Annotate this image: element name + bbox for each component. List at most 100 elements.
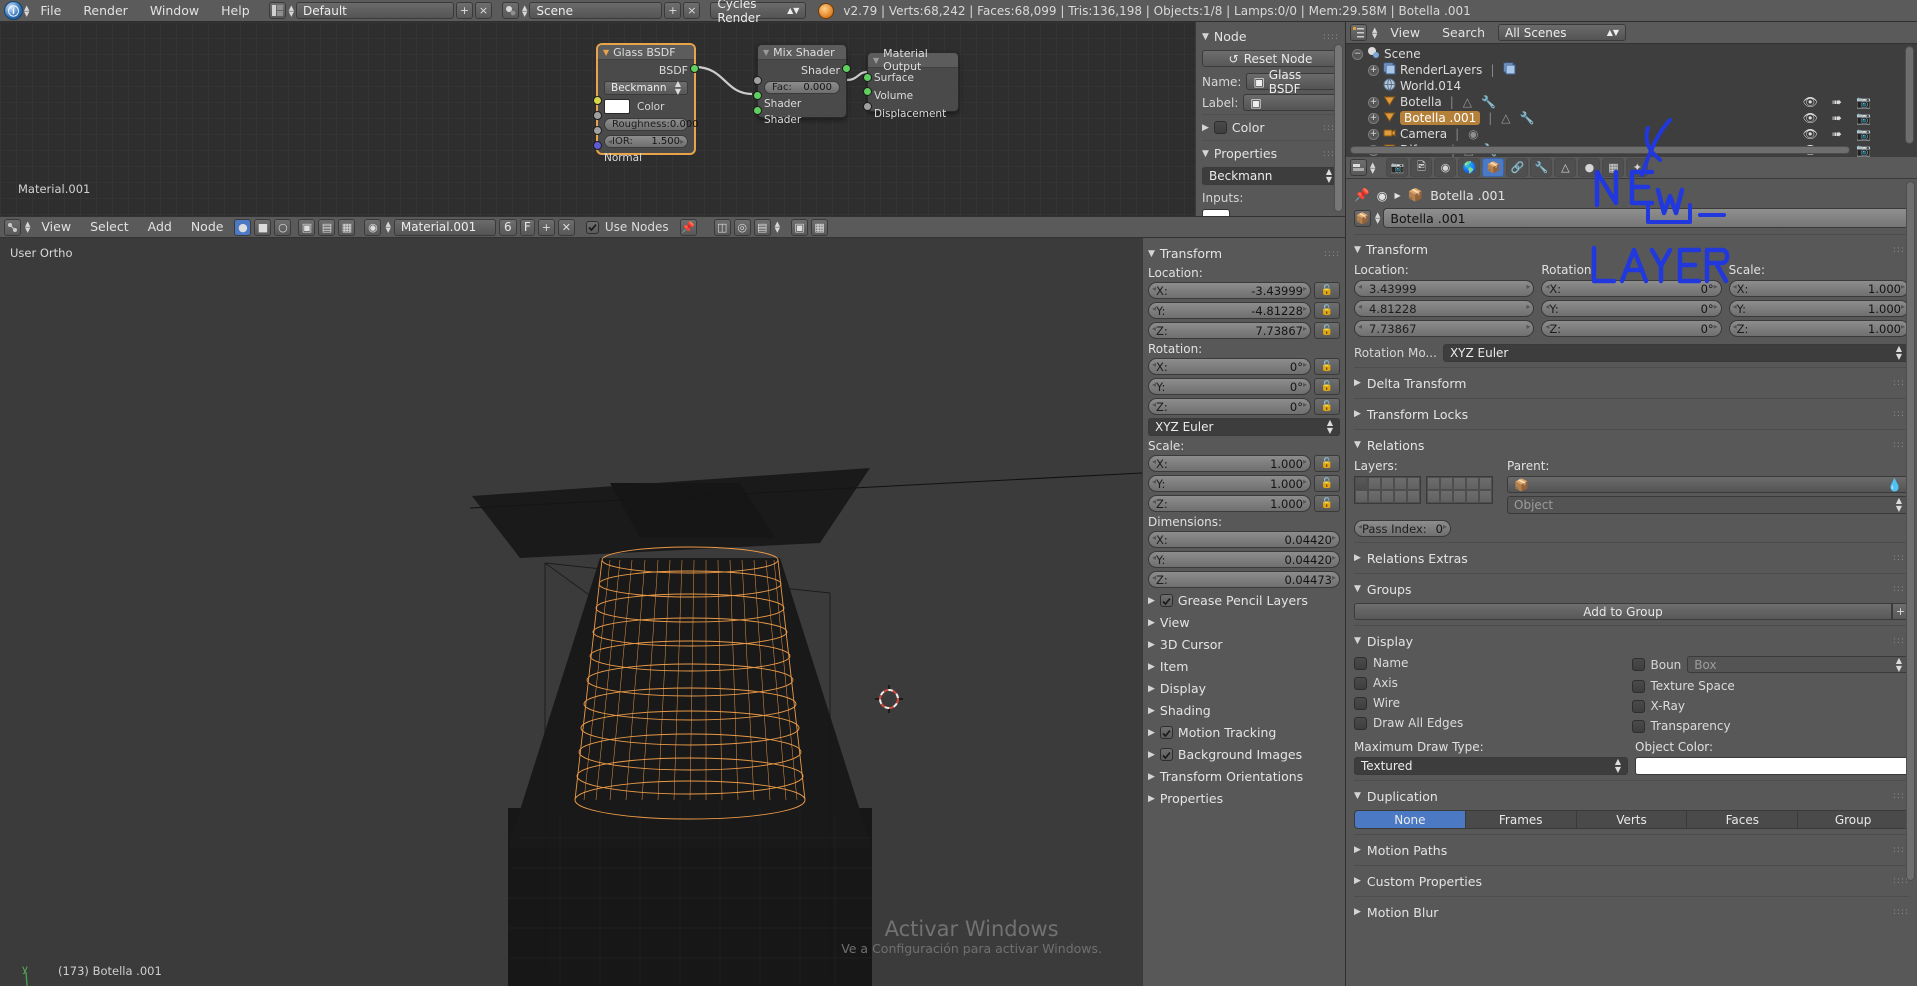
node-material-output-header[interactable]: ▼ Material Output [868,47,958,73]
custom-properties-panel[interactable]: ▶ Custom Properties :::: [1354,871,1909,891]
npanel-item-checkbox[interactable] [1159,594,1173,607]
object-browse-icon[interactable]: ◉ [1377,188,1388,203]
fake-user-button[interactable]: F [519,218,535,236]
outliner-restrict-icons[interactable]: 👁 ➠ 📷 [1803,111,1871,125]
ior-field[interactable]: IOR: 1.500 [604,135,688,148]
scene-spinner[interactable]: ▲ ▼ [522,4,527,17]
socket-fac-in[interactable] [753,76,762,85]
display-name-checkbox[interactable] [1354,656,1367,670]
location-z-field[interactable]: Z: 7.73867 [1148,322,1311,339]
3d-viewport[interactable]: User Ortho y (173) Botella .001 Activar … [0,238,1142,986]
outliner-hscrollbar[interactable] [1350,146,1850,154]
npanel-item-checkbox[interactable] [1159,748,1173,761]
dimension-x-field[interactable]: X: 0.04420 [1148,531,1340,548]
overlay-icon[interactable]: ▦ [811,218,829,236]
add-to-group-button[interactable]: Add to Group [1354,603,1892,620]
menu-file[interactable]: File [29,0,72,22]
duplication-option-faces[interactable]: Faces [1687,811,1799,828]
props-scale-z[interactable]: Z: 1.000 [1728,320,1909,337]
properties-editor-type-icon[interactable] [1350,159,1367,176]
layers-group-2[interactable] [1426,476,1493,504]
npanel-item-grease-pencil-layers[interactable]: ▶ Grease Pencil Layers [1148,591,1340,610]
npanel-item-motion-tracking[interactable]: ▶ Motion Tracking [1148,723,1340,742]
dimension-y-field[interactable]: Y: 0.04420 [1148,551,1340,568]
restrict-render-camera-icon[interactable]: 📷 [1856,95,1871,109]
restrict-view-eye-icon[interactable]: 👁 [1803,95,1818,109]
restrict-render-camera-icon[interactable]: 📷 [1856,143,1871,157]
outliner-row-scene[interactable]: − Scene [1346,46,1917,62]
outliner-expand-toggle[interactable]: + [1368,96,1379,108]
display-draw-all-edges-toggle[interactable]: Draw All Edges [1354,716,1632,730]
rotation-mode-dropdown[interactable]: XYZ Euler ▲ ▼ [1148,418,1340,436]
display-transparency-checkbox[interactable] [1631,719,1645,733]
tab-particles[interactable]: ✦ [1626,158,1649,177]
color-toggle-checkbox[interactable] [1213,121,1227,134]
display-bounds-checkbox[interactable] [1631,658,1645,671]
snap-spinner[interactable]: ▲ ▼ [775,221,780,234]
snap-mode-icon[interactable]: ▤ [753,218,771,236]
outliner-editor[interactable]: ▲ ▼ View Search All Scenes ▲▼ − Scene + Rend… [1345,22,1917,157]
socket-shader1-in[interactable] [753,91,762,100]
props-location-y[interactable]: 4.81228 [1354,300,1535,317]
outliner-display-mode-dropdown[interactable]: All Scenes ▲▼ [1498,24,1627,41]
props-scale-y[interactable]: Y: 1.000 [1728,300,1909,317]
color-swatch[interactable] [604,99,630,114]
unlink-material-button[interactable]: ✕ [557,218,575,236]
duplication-option-none[interactable]: None [1355,811,1466,828]
layers-group-1[interactable] [1354,476,1421,504]
modifier-wrench-icon[interactable]: 🔧 [1520,111,1535,125]
properties-editor[interactable]: ▲ ▼ 📷 🖻 ◉ 🌎 📦 🔗 🔧 △ ● ▦ ✦ 📌 ◉ ▶ 📦 Botella… [1345,157,1917,986]
scene-name-field[interactable]: Scene [529,2,663,19]
npanel-item-item[interactable]: ▶ Item [1148,657,1340,676]
outliner-expand-toggle[interactable]: − [1352,48,1363,60]
editor-type-spinner[interactable]: ▲ ▼ [25,221,30,234]
properties-scrollbar[interactable] [1906,181,1915,881]
object-shader-icon[interactable]: ■ [254,218,272,236]
rotation-x-field[interactable]: X: 0° [1148,358,1311,375]
duplication-option-group[interactable]: Group [1798,811,1908,828]
node-menu-view[interactable]: View [33,216,79,238]
editor-type-icon[interactable] [4,218,21,236]
eyedropper-icon[interactable]: 💧 [1887,478,1902,492]
outliner-type-spinner[interactable]: ▲ ▼ [1372,26,1377,39]
collapse-triangle-icon[interactable]: ▼ [873,56,879,65]
use-nodes-checkbox[interactable] [585,220,599,234]
outliner-tree[interactable]: − Scene + RenderLayers | World.014 + Botella | △ 🔧… [1346,44,1917,157]
node-label-field[interactable]: ▣ [1243,94,1339,111]
tab-texture[interactable]: ▦ [1602,158,1625,177]
motion-blur-panel[interactable]: ▶ Motion Blur :::: [1354,902,1909,922]
tab-render-layers[interactable]: 🖻 [1410,158,1433,177]
outliner-row-renderlayers[interactable]: + RenderLayers | [1346,62,1917,78]
socket-surface-in[interactable] [863,73,872,82]
layers-grid[interactable] [1354,476,1493,504]
display-transparency-toggle[interactable]: Transparency [1631,719,1910,733]
socket-mix-out[interactable] [842,64,851,73]
world-shader-icon[interactable]: ○ [274,218,292,236]
node-menu-node[interactable]: Node [183,216,232,238]
lock-scale-z-button[interactable]: 🔓 [1314,495,1340,512]
duplication-mode-bar[interactable]: None Frames Verts Faces Group [1354,810,1909,829]
socket-color-in[interactable] [593,96,602,105]
parent-field[interactable]: 📦 💧 [1507,476,1909,493]
restrict-render-camera-icon[interactable]: 📷 [1856,127,1871,141]
scale-x-field[interactable]: X: 1.000 [1148,455,1311,472]
npanel-item-background-images[interactable]: ▶ Background Images [1148,745,1340,764]
tab-scene[interactable]: ◉ [1434,158,1457,177]
slot-icon-2[interactable]: ▤ [318,218,336,236]
node-glass-bsdf[interactable]: ▼ Glass BSDF BSDF Beckmann ▲ ▼ Color Roug… [593,44,699,164]
sidebar-scrollbar[interactable] [1334,44,1343,212]
blender-logo-icon[interactable]: ⓘ [4,1,23,20]
collapse-triangle-icon[interactable]: ▼ [603,48,609,57]
relations-extras-panel[interactable]: ▶ Relations Extras :::: [1354,548,1909,568]
lock-rotation-y-button[interactable]: 🔓 [1314,378,1340,395]
groups-panel-header[interactable]: ▼ Groups :::: [1354,579,1909,599]
node-glass-bsdf-header[interactable]: ▼ Glass BSDF [598,45,694,60]
inputs-color-swatch[interactable] [1202,209,1230,216]
screen-layout-field[interactable]: Default [296,2,455,19]
reset-node-button[interactable]: ↺ Reset Node [1202,50,1339,67]
outliner-vscrollbar[interactable] [1905,46,1914,144]
display-axis-checkbox[interactable] [1354,676,1367,690]
display-wire-toggle[interactable]: Wire [1354,696,1632,710]
outliner-restrict-icons[interactable]: 👁 ➠ 📷 [1803,127,1871,141]
pin-icon[interactable]: 📌 [1354,187,1370,203]
